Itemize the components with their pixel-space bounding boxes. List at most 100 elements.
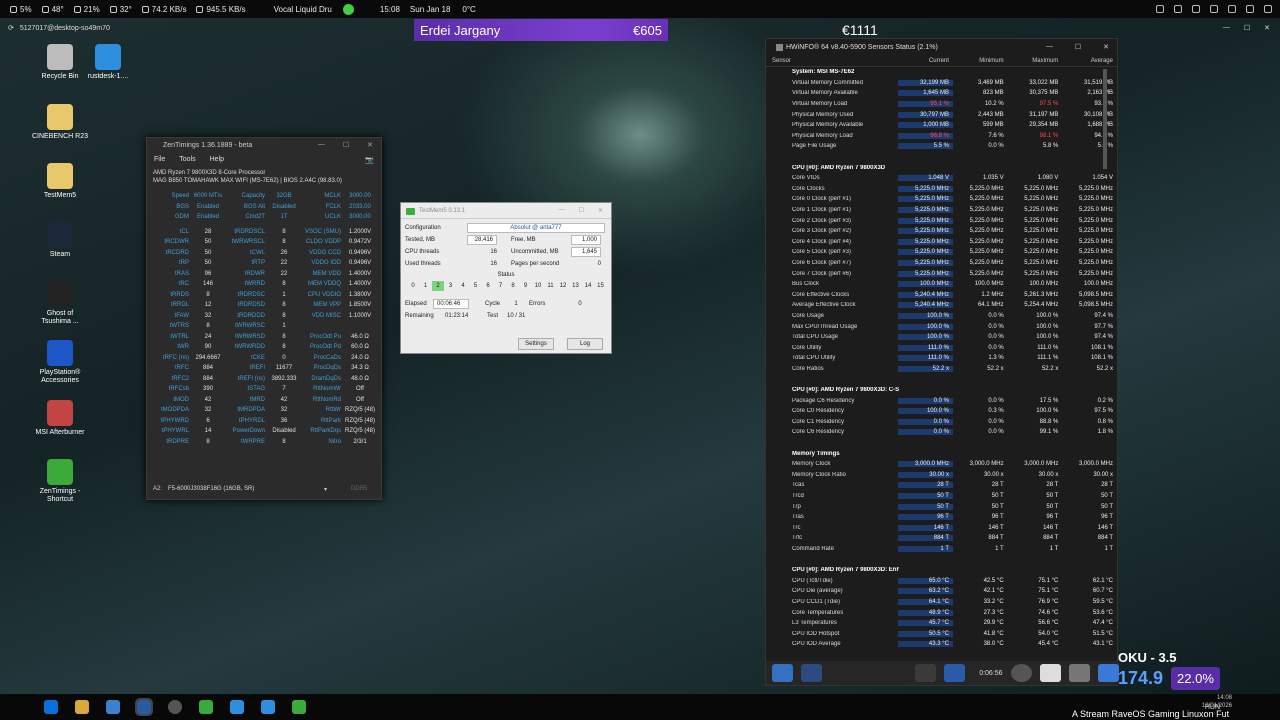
tray-icon-6[interactable] xyxy=(1246,5,1254,13)
desktop-icon[interactable]: Ghost of Tsushima ... xyxy=(32,281,88,326)
maximize-button[interactable]: ☐ xyxy=(579,207,584,214)
tray-time[interactable]: 14:08 xyxy=(1202,694,1232,702)
sensor-row[interactable]: Max CPU/Thread Usage 100.0 % 0.0 % 100.0 % 9… xyxy=(766,321,1117,332)
sensor-row[interactable]: Bus Clock 100.0 MHz 100.0 MHz 100.0 MHz 100.… xyxy=(766,279,1117,290)
tray-icon-1[interactable] xyxy=(1156,5,1164,13)
windows-start-icon[interactable] xyxy=(44,700,58,714)
desktop-icon[interactable]: ZenTimings - Shortcut xyxy=(32,459,88,504)
sensor-row[interactable]: Core Utility 111.0 % 0.0 % 111.0 % 108.1 % xyxy=(766,342,1117,353)
file-explorer-icon[interactable] xyxy=(75,700,89,714)
sensor-row[interactable]: Total CPU Utility 111.0 % 1.3 % 111.1 % 108.… xyxy=(766,353,1117,364)
desktop-icon[interactable]: PlayStation® Accessories xyxy=(32,340,88,385)
tray-icon-5[interactable] xyxy=(1228,5,1236,13)
hwinfo-taskbar-icon[interactable] xyxy=(135,698,153,716)
report-icon[interactable] xyxy=(944,664,966,682)
desktop-icon[interactable]: CINEBENCH R23 xyxy=(32,104,88,141)
sensor-row[interactable]: Tras 96 T 96 T 96 T 96 T xyxy=(766,512,1117,523)
desktop-icon[interactable]: Steam xyxy=(32,222,88,259)
module-select[interactable]: F5-6000J3038F16G (16GB, SR) xyxy=(168,486,318,492)
desktop-icon[interactable]: TestMem5 xyxy=(32,163,88,200)
close-icon[interactable]: ✕ xyxy=(1264,24,1270,32)
browser-icon[interactable] xyxy=(168,700,182,714)
desktop-icon[interactable]: MSI Afterburner xyxy=(32,400,88,437)
sensor-row[interactable]: Virtual Memory Available 1,645 MB 823 MB 30… xyxy=(766,88,1117,99)
sensor-row[interactable]: Core 5 Clock (perf #3) 5,225.0 MHz 5,225.0… xyxy=(766,247,1117,258)
camera-icon[interactable]: 📷 xyxy=(365,156,374,164)
close-icon[interactable] xyxy=(1097,664,1119,682)
sensor-row[interactable]: Physical Memory Load 96.8 % 7.6 % 98.1 % 94.… xyxy=(766,131,1117,142)
sensor-row[interactable]: Core C6 Residency 0.0 % 0.0 % 99.1 % 1.8 % xyxy=(766,427,1117,438)
sensor-row[interactable] xyxy=(766,152,1117,163)
sensor-row[interactable] xyxy=(766,374,1117,385)
sensor-row[interactable]: Core Temperatures 48.9 °C 27.3 °C 74.6 °C 53… xyxy=(766,607,1117,618)
col-sensor[interactable]: Sensor xyxy=(766,58,898,64)
sensor-row[interactable]: Total CPU Usage 100.0 % 0.0 % 100.0 % 97.4 % xyxy=(766,332,1117,343)
sensor-group-header[interactable]: System: MSI MS-7E62 xyxy=(766,67,1117,78)
sensor-row[interactable]: CPU IOD Hotspot 50.5 °C 41.8 °C 54.0 °C 51.5… xyxy=(766,628,1117,639)
sensor-row[interactable]: Trfc 884 T 884 T 884 T 884 T xyxy=(766,533,1117,544)
sensor-row[interactable]: Core 6 Clock (perf #7) 5,225.0 MHz 5,225.0… xyxy=(766,258,1117,269)
col-current[interactable]: Current xyxy=(898,58,953,64)
col-average[interactable]: Average xyxy=(1062,58,1117,64)
minimize-button[interactable]: — xyxy=(559,207,565,214)
sensor-row[interactable]: Core 0 Clock (perf #1) 5,225.0 MHz 5,225.0… xyxy=(766,194,1117,205)
settings-button[interactable]: Settings xyxy=(518,338,554,350)
sensor-row[interactable]: Core C1 Residency 0.0 % 0.0 % 88.8 % 0.8 % xyxy=(766,417,1117,428)
sensor-row[interactable]: Core Effective Clocks 5,240.4 MHz 1.2 MHz 5… xyxy=(766,289,1117,300)
clock-icon[interactable] xyxy=(1010,664,1032,682)
sensor-row[interactable]: Trp 50 T 50 T 50 T 50 T xyxy=(766,501,1117,512)
rustdesk-taskbar-icon[interactable] xyxy=(230,700,244,714)
config-value[interactable]: Absolut @ anta777 xyxy=(467,223,605,233)
sensor-list[interactable]: System: MSI MS-7E62 Virtual Memory Commit… xyxy=(766,67,1117,650)
sensor-row[interactable]: Core 7 Clock (perf #6) 5,225.0 MHz 5,225.0… xyxy=(766,268,1117,279)
sensor-row[interactable]: Core VIDs 1.048 V 1.035 V 1.080 V 1.054 V xyxy=(766,173,1117,184)
chevron-down-icon[interactable]: ▾ xyxy=(324,486,327,493)
store-icon[interactable] xyxy=(106,700,120,714)
tray-icon-4[interactable] xyxy=(1210,5,1218,13)
sensor-row[interactable]: Physical Memory Used 30,797 MB 2,443 MB 31,… xyxy=(766,109,1117,120)
maximize-button[interactable]: ☐ xyxy=(1075,43,1081,51)
sensor-group-header[interactable]: CPU [#0]: AMD Ryzen 7 9800X3D: Enhanced xyxy=(766,565,1117,576)
minimize-button[interactable]: — xyxy=(318,141,325,149)
maximize-button[interactable]: ☐ xyxy=(343,141,349,149)
sensor-row[interactable]: Core 4 Clock (perf #4) 5,225.0 MHz 5,225.0… xyxy=(766,237,1117,248)
sensor-row[interactable]: Core Clocks 5,225.0 MHz 5,225.0 MHz 5,225.0… xyxy=(766,184,1117,195)
rustdesk2-taskbar-icon[interactable] xyxy=(261,700,275,714)
pause-icon[interactable] xyxy=(342,3,354,15)
close-button[interactable]: ✕ xyxy=(367,141,373,149)
save-icon[interactable] xyxy=(1039,664,1061,682)
sensor-row[interactable]: Memory Clock Ratio 30.00 x 30.00 x 30.00 x 3… xyxy=(766,470,1117,481)
sensor-group-header[interactable]: Memory Timings xyxy=(766,448,1117,459)
sensor-row[interactable]: Virtual Memory Committed 32,199 MB 3,469 M… xyxy=(766,78,1117,89)
sensor-row[interactable]: Core Usage 100.0 % 0.0 % 100.0 % 97.4 % xyxy=(766,311,1117,322)
back-arrow-icon[interactable] xyxy=(772,664,794,682)
media-widget[interactable]: Vocal Liquid Dru xyxy=(274,3,354,15)
sensor-row[interactable]: Average Effective Clock 5,240.4 MHz 64.1 M… xyxy=(766,300,1117,311)
sensor-row[interactable]: Core 3 Clock (perf #2) 5,225.0 MHz 5,225.0… xyxy=(766,226,1117,237)
col-minimum[interactable]: Minimum xyxy=(953,58,1008,64)
zentimings-titlebar[interactable]: ZenTimings 1.36.1889 - beta — ☐ ✕ xyxy=(147,138,381,152)
menu-file[interactable]: File xyxy=(154,156,165,163)
sensor-group-header[interactable]: CPU [#0]: AMD Ryzen 7 9800X3D: C-State R… xyxy=(766,385,1117,396)
sensor-row[interactable]: Package C6 Residency 0.0 % 0.0 % 17.5 % 0.2 … xyxy=(766,395,1117,406)
sensor-row[interactable]: Core Ratios 52.2 x 52.2 x 52.2 x 52.2 x xyxy=(766,364,1117,375)
minimize-button[interactable]: — xyxy=(1046,43,1053,51)
zentimings-taskbar-icon[interactable] xyxy=(292,700,306,714)
sensor-row[interactable] xyxy=(766,438,1117,449)
gear-icon[interactable] xyxy=(1068,664,1090,682)
sensor-row[interactable]: Core 2 Clock (perf #3) 5,225.0 MHz 5,225.0… xyxy=(766,215,1117,226)
sensor-row[interactable]: Memory Clock 3,000.0 MHz 3,000.0 MHz 3,000.… xyxy=(766,459,1117,470)
log-button[interactable]: Log xyxy=(567,338,603,350)
minimize-icon[interactable]: — xyxy=(1223,24,1230,32)
sensor-row[interactable]: Page File Usage 5.5 % 0.0 % 5.8 % 5.0 % xyxy=(766,141,1117,152)
hwinfo-titlebar[interactable]: HWiNFO® 64 v8.40-5900 Sensors Status (2.… xyxy=(766,39,1117,55)
testmem-taskbar-icon[interactable] xyxy=(199,700,213,714)
sensor-row[interactable]: Command Rate 1 T 1 T 1 T 1 T xyxy=(766,544,1117,555)
col-maximum[interactable]: Maximum xyxy=(1008,58,1063,64)
forward-arrow-icon[interactable] xyxy=(801,664,823,682)
tray-icon-2[interactable] xyxy=(1174,5,1182,13)
sensor-row[interactable]: Virtual Memory Load 95.1 % 10.2 % 97.5 % 93.… xyxy=(766,99,1117,110)
sensor-row[interactable]: CPU CCD1 (Tdie) 64.1 °C 33.2 °C 76.9 °C 59.5… xyxy=(766,597,1117,608)
sensor-row[interactable]: Physical Memory Available 1,000 MB 599 MB 2… xyxy=(766,120,1117,131)
sensor-row[interactable]: Trc 146 T 146 T 146 T 146 T xyxy=(766,523,1117,534)
